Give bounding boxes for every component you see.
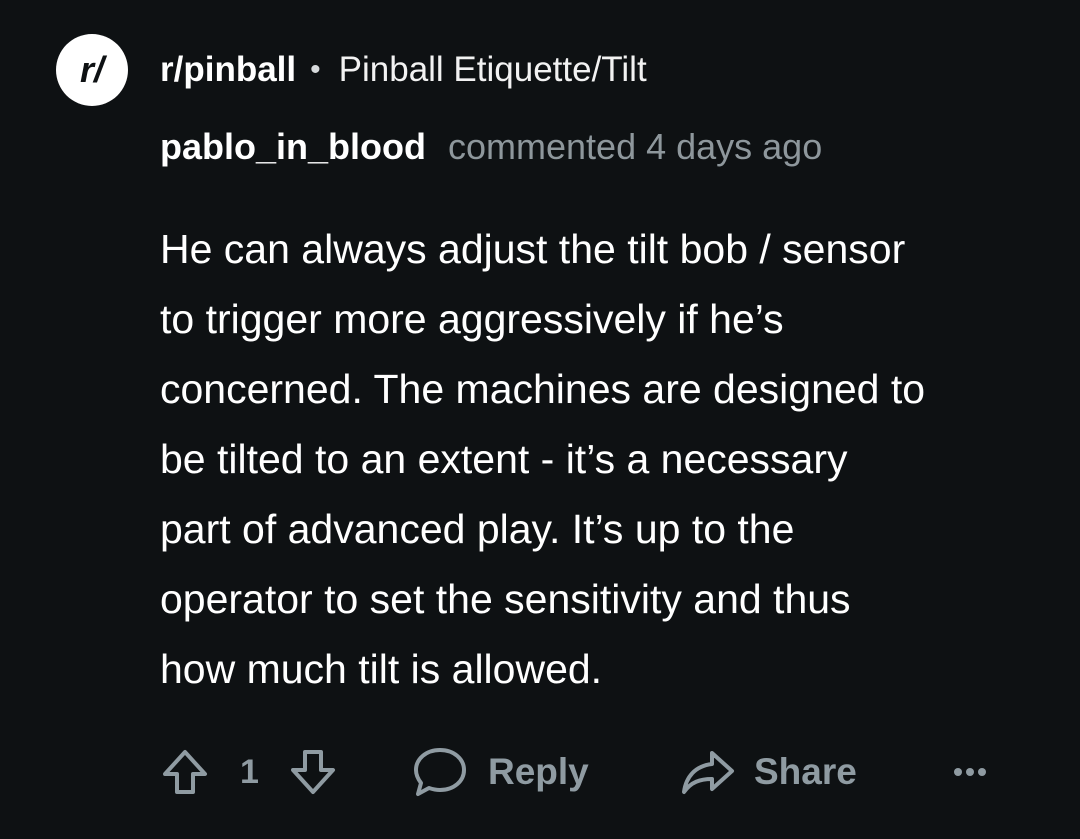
comment-line: part of advanced play. It’s up to the bbox=[160, 506, 795, 552]
subreddit-avatar[interactable]: r/ bbox=[56, 34, 128, 106]
vote-count: 1 bbox=[240, 742, 259, 802]
comment-body: He can always adjust the tilt bob / sens… bbox=[160, 214, 1060, 704]
arrow-down-outline-icon bbox=[291, 750, 335, 794]
arrow-up-outline-icon bbox=[163, 750, 207, 794]
vote-count-label: 1 bbox=[240, 752, 259, 791]
more-options-button[interactable] bbox=[950, 742, 990, 802]
reply-label: Reply bbox=[488, 751, 589, 792]
subreddit-name[interactable]: r/pinball bbox=[160, 50, 296, 90]
reply-button[interactable]: Reply bbox=[412, 742, 589, 802]
share-label: Share bbox=[754, 751, 857, 792]
comment-line: He can always adjust the tilt bob / sens… bbox=[160, 226, 906, 272]
comment-line: concerned. The machines are designed to bbox=[160, 366, 926, 412]
subreddit-logo-icon: r/ bbox=[80, 49, 108, 90]
comment-action-bar: 1 Reply Share bbox=[160, 742, 1010, 802]
subreddit-logo-text: r/ bbox=[80, 49, 108, 90]
comment-meta: pablo_in_blood commented 4 days ago bbox=[160, 126, 822, 168]
comment-line: be tilted to an extent - it’s a necessar… bbox=[160, 436, 848, 482]
comment-card: r/ r/pinball • Pinball Etiquette/Tilt pa… bbox=[0, 0, 1080, 839]
upvote-button[interactable] bbox=[160, 742, 210, 802]
downvote-button[interactable] bbox=[288, 742, 338, 802]
comment-author[interactable]: pablo_in_blood bbox=[160, 126, 426, 168]
separator-dot: • bbox=[310, 53, 321, 86]
post-title[interactable]: Pinball Etiquette/Tilt bbox=[339, 50, 647, 90]
comment-line: operator to set the sensitivity and thus bbox=[160, 576, 851, 622]
comment-line: to trigger more aggressively if he’s bbox=[160, 296, 784, 342]
speech-bubble-icon bbox=[414, 748, 466, 796]
comment-line: how much tilt is allowed. bbox=[160, 646, 603, 692]
comment-timestamp: commented 4 days ago bbox=[448, 126, 823, 167]
post-context-header: r/ r/pinball • Pinball Etiquette/Tilt bbox=[56, 34, 647, 106]
share-button[interactable]: Share bbox=[680, 742, 857, 802]
ellipsis-icon bbox=[954, 768, 986, 776]
share-arrow-icon bbox=[682, 751, 734, 794]
